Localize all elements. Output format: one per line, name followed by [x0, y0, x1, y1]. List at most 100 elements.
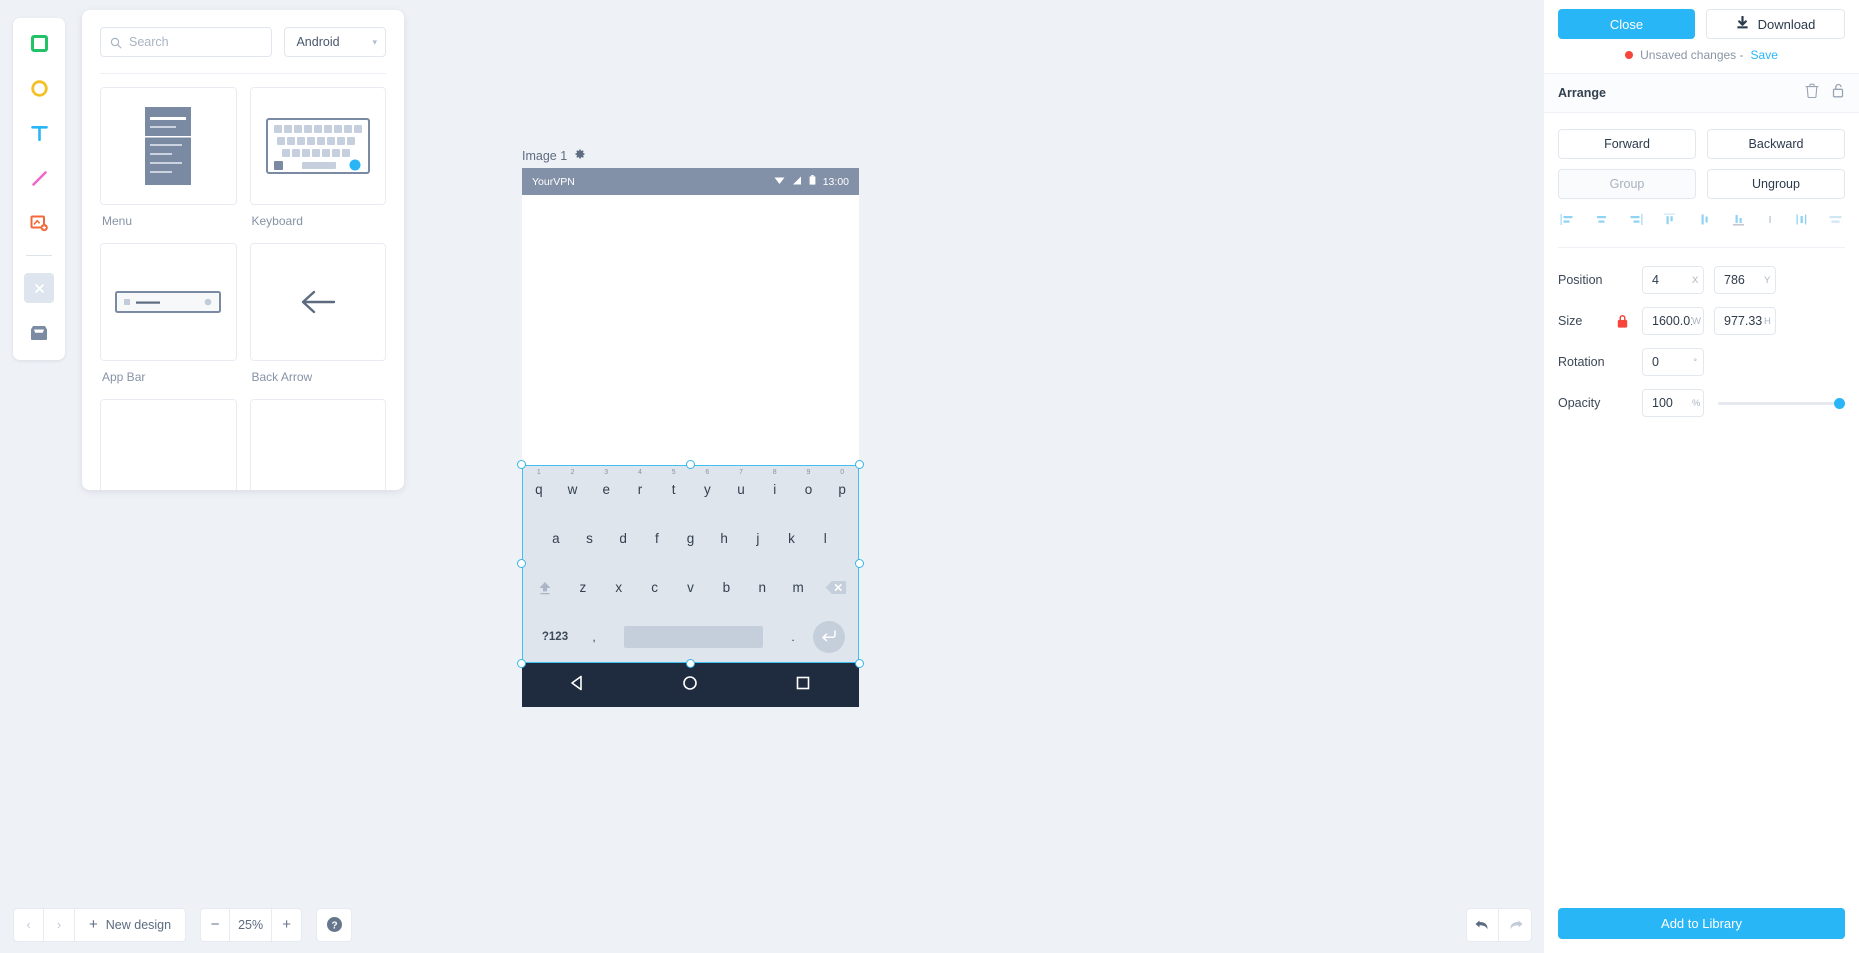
key-d[interactable]: d	[606, 531, 640, 546]
key-c[interactable]: c	[637, 580, 673, 595]
next-design-button[interactable]: ›	[44, 907, 75, 942]
rotation-field[interactable]: °	[1642, 348, 1704, 376]
group-button[interactable]: Group	[1558, 169, 1696, 199]
selection-handle-tr[interactable]	[855, 460, 864, 469]
zoom-out-button[interactable]: −	[200, 907, 231, 942]
component-item-keyboard[interactable]: Keyboard	[249, 87, 386, 234]
align-center-horizontal-icon[interactable]	[1594, 213, 1609, 231]
size-height-field[interactable]: H	[1714, 307, 1776, 335]
key-k[interactable]: k	[775, 531, 809, 546]
gear-icon[interactable]	[574, 148, 586, 163]
line-tool[interactable]	[24, 163, 54, 193]
key-j[interactable]: j	[741, 531, 775, 546]
artboard-label[interactable]: Image 1	[522, 148, 586, 163]
redo-button[interactable]	[1499, 907, 1532, 942]
key-e[interactable]: 3e	[589, 469, 623, 497]
keyboard-thumbnail[interactable]	[249, 87, 386, 205]
image-add-tool[interactable]	[24, 208, 54, 238]
close-button[interactable]: Close	[1558, 9, 1695, 39]
key-r[interactable]: 4r	[623, 469, 657, 497]
align-middle-vertical-icon[interactable]	[1697, 213, 1712, 231]
new-design-button[interactable]: + New design	[75, 907, 187, 942]
phone-mockup[interactable]: YourVPN 13:00 1q2w3e4r5t6y7u8i9o0p a s d…	[517, 168, 864, 707]
nav-back-icon[interactable]	[569, 674, 587, 697]
lock-open-icon[interactable]	[1831, 83, 1845, 103]
symbols-key[interactable]: ?123	[532, 631, 578, 643]
key-n[interactable]: n	[744, 580, 780, 595]
forward-button[interactable]: Forward	[1558, 129, 1696, 159]
key-s[interactable]: s	[573, 531, 607, 546]
component-item-back-arrow[interactable]: Back Arrow	[249, 243, 386, 390]
key-y[interactable]: 6y	[691, 469, 725, 497]
download-button[interactable]: Download	[1706, 9, 1845, 39]
backward-button[interactable]: Backward	[1707, 129, 1845, 159]
key-t[interactable]: 5t	[657, 469, 691, 497]
search-field[interactable]	[100, 27, 273, 57]
opacity-input[interactable]	[1652, 396, 1692, 410]
key-w[interactable]: 2w	[556, 469, 590, 497]
save-link[interactable]: Save	[1751, 48, 1778, 62]
trash-icon[interactable]	[1805, 83, 1819, 103]
add-to-library-button[interactable]: Add to Library	[1558, 908, 1845, 939]
opacity-slider[interactable]	[1718, 396, 1845, 410]
backarrow-thumbnail[interactable]	[249, 243, 386, 361]
selection-handle-bl[interactable]	[517, 659, 526, 668]
component-item-6[interactable]	[249, 399, 386, 490]
key-o[interactable]: 9o	[792, 469, 826, 497]
rotation-input[interactable]	[1652, 355, 1692, 369]
align-top-icon[interactable]	[1662, 213, 1677, 231]
undo-button[interactable]	[1466, 907, 1499, 942]
key-x[interactable]: x	[601, 580, 637, 595]
size-height-input[interactable]	[1724, 314, 1764, 328]
component-item-menu[interactable]: Menu	[100, 87, 237, 234]
key-u[interactable]: 7u	[724, 469, 758, 497]
menu-thumbnail[interactable]	[100, 87, 237, 205]
key-q[interactable]: 1q	[522, 469, 556, 497]
backspace-key[interactable]	[816, 580, 856, 595]
component-item-app-bar[interactable]: App Bar	[100, 243, 237, 390]
size-width-field[interactable]: W	[1642, 307, 1704, 335]
key-i[interactable]: 8i	[758, 469, 792, 497]
prev-design-button[interactable]: ‹	[13, 907, 44, 942]
comma-key[interactable]: ,	[578, 630, 610, 644]
position-x-input[interactable]	[1652, 273, 1692, 287]
close-icon[interactable]	[24, 273, 54, 303]
enter-key[interactable]	[809, 620, 849, 653]
align-left-icon[interactable]	[1560, 213, 1575, 231]
aspect-lock-icon[interactable]	[1616, 314, 1642, 329]
shift-key[interactable]	[525, 579, 565, 597]
opacity-field[interactable]: %	[1642, 389, 1704, 417]
space-key[interactable]	[624, 625, 763, 648]
align-bottom-icon[interactable]	[1731, 213, 1746, 231]
position-y-input[interactable]	[1724, 273, 1764, 287]
key-f[interactable]: f	[640, 531, 674, 546]
selection-handle-ml[interactable]	[517, 559, 526, 568]
rectangle-tool[interactable]	[24, 28, 54, 58]
ungroup-button[interactable]: Ungroup	[1707, 169, 1845, 199]
position-y-field[interactable]: Y	[1714, 266, 1776, 294]
blank-thumbnail[interactable]	[249, 399, 386, 490]
key-a[interactable]: a	[539, 531, 573, 546]
help-button[interactable]: ?	[316, 907, 353, 942]
key-p[interactable]: 0p	[825, 469, 859, 497]
size-width-input[interactable]	[1652, 314, 1692, 328]
android-keyboard[interactable]: 1q2w3e4r5t6y7u8i9o0p asdfghjkl zxcvbnm ?…	[517, 460, 864, 668]
nav-home-icon[interactable]	[681, 674, 699, 697]
distribute-spacing-icon[interactable]	[1828, 213, 1843, 231]
period-key[interactable]: .	[777, 630, 809, 644]
opacity-slider-knob[interactable]	[1834, 397, 1845, 409]
align-right-icon[interactable]	[1628, 213, 1643, 231]
zoom-in-button[interactable]: +	[272, 907, 303, 942]
platform-dropdown[interactable]: Android ▾	[284, 27, 386, 57]
blank-thumbnail[interactable]	[100, 399, 237, 490]
search-input[interactable]	[129, 28, 272, 56]
key-v[interactable]: v	[673, 580, 709, 595]
distribute-vertical-icon[interactable]	[1765, 213, 1775, 231]
key-g[interactable]: g	[674, 531, 708, 546]
selection-handle-mr[interactable]	[855, 559, 864, 568]
design-canvas[interactable]: Image 1 YourVPN 13:00 1 q 2 w 3 e 4 r 5 …	[404, 0, 1544, 896]
nav-recents-icon[interactable]	[794, 674, 812, 697]
selection-handle-bc[interactable]	[685, 659, 695, 668]
key-m[interactable]: m	[780, 580, 816, 595]
component-item-5[interactable]	[100, 399, 237, 490]
